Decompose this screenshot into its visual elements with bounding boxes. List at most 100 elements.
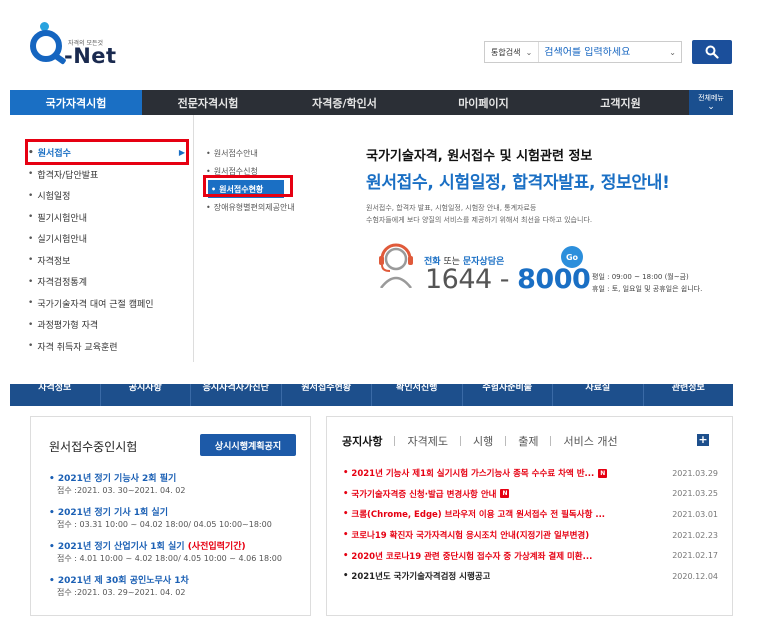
phone-number: 1644 - 8000: [425, 264, 591, 295]
new-badge-icon: N: [500, 489, 510, 499]
exam-item[interactable]: • 2021년 정기 기사 1회 실기 접수 : 03.31 10:00 ~ 0…: [49, 505, 309, 530]
submenu-item-schedule[interactable]: • 시험일정: [10, 185, 193, 207]
quick-menu-bar: 자격정보 공지사항 응시자격자가진단 원서접수현황 확인서진행 수험자준비물 자…: [10, 384, 733, 406]
submenu-label: 실기시험안내: [37, 235, 87, 246]
search-category-select[interactable]: 통합검색 ⌄: [485, 42, 540, 62]
schedule-notice-button[interactable]: 상시시행계획공지: [200, 434, 296, 456]
exam-list: • 2021년 정기 기능사 2회 필기 접수 :2021. 03. 30~20…: [49, 471, 309, 607]
exam-date: 접수 : 4.01 10:00 ~ 4.02 18:00/ 4.05 10:00…: [57, 554, 282, 563]
info-headline: 원서접수, 시험일정, 합격자발표, 정보안내!: [366, 173, 670, 193]
info-title: 국가기술자격, 원서접수 및 시험관련 정보: [366, 149, 593, 164]
quick-item[interactable]: 자료실: [553, 384, 644, 406]
info-desc-line: 원서접수, 합격자 발표, 시험일정, 시험장 안내, 통계자료등: [366, 204, 537, 212]
phone-part-b: 8000: [517, 264, 591, 295]
submenu-item-statistics[interactable]: • 자격검정통계: [10, 271, 193, 293]
call-hours: 평일 : 09:00 ~ 18:00 (월~금) 휴일 : 토, 일요일 및 공…: [592, 271, 702, 295]
exam-item[interactable]: • 2021년 제 30회 공인노무사 1차 접수 :2021. 03. 29~…: [49, 573, 309, 598]
notice-row[interactable]: • 2020년 코로나19 관련 중단시험 접수자 중 가상계좌 결제 미환..…: [343, 545, 718, 566]
exam-name-text: 2021년 제 30회 공인노무사 1차: [57, 576, 189, 586]
exam-name-text: 2021년 정기 기능사 2회 필기: [57, 474, 177, 484]
nav-mypage[interactable]: 마이페이지: [415, 90, 552, 115]
phone-separator: -: [491, 264, 518, 295]
exam-date: 접수 :2021. 03. 29~2021. 04. 02: [57, 588, 186, 597]
search-button[interactable]: [692, 40, 732, 64]
tab-service[interactable]: 서비스 개선: [563, 433, 617, 449]
notice-row[interactable]: • 2021년 기능사 제1회 실기시험 가스기능사 종목 수수료 차액 반..…: [343, 463, 718, 484]
exam-item[interactable]: • 2021년 정기 기능사 2회 필기 접수 :2021. 03. 30~20…: [49, 471, 309, 496]
quick-item[interactable]: 수험자준비물: [463, 384, 553, 406]
search-category-label: 통합검색: [491, 47, 521, 57]
headset-icon: [379, 243, 413, 288]
notice-title: • 2021년도 국가기술자격검정 시행공고: [343, 571, 491, 583]
exam-date: 접수 :2021. 03. 30~2021. 04. 02: [57, 486, 186, 495]
quick-item[interactable]: 원서접수현황: [282, 384, 372, 406]
exam-item[interactable]: • 2021년 정기 산업기사 1회 실기 (사전입력기간) 접수 : 4.01…: [49, 539, 309, 564]
submenu2-label: 장애유형별편의제공안내: [213, 202, 295, 212]
chevron-down-icon: ⌄: [707, 101, 715, 112]
notice-row[interactable]: • 2021년도 국가기술자격검정 시행공고 2020.12.04: [343, 566, 718, 587]
notice-title: • 코로나19 확진자 국가자격시험 응시조치 안내(지정기관 일부변경): [343, 530, 590, 542]
submenu-item-training[interactable]: • 자격 취득자 교육훈련: [10, 336, 193, 358]
info-description: 원서접수, 합격자 발표, 시험일정, 시험장 안내, 통계자료등 수험자들에게…: [366, 202, 736, 226]
bullet-icon: •: [28, 341, 34, 352]
info-banner: 국가기술자격, 원서접수 및 시험관련 정보 원서접수, 시험일정, 합격자발표…: [366, 145, 736, 226]
tab-system[interactable]: 자격제도: [407, 433, 447, 449]
quick-item[interactable]: 관련정보: [644, 384, 734, 406]
nav-certificate[interactable]: 자격증/학인서: [274, 90, 415, 115]
submenu-item-results[interactable]: • 합격자/답안발표: [10, 164, 193, 186]
notice-row[interactable]: • 크롬(Chrome, Edge) 브라우저 이용 고객 원서접수 전 필독사…: [343, 504, 718, 525]
submenu-label: 필기시험안내: [37, 213, 87, 224]
more-plus-icon[interactable]: +: [697, 434, 709, 446]
tab-execution[interactable]: 시행: [473, 433, 493, 449]
exam-note: (사전입력기간): [187, 542, 246, 552]
search-input[interactable]: [539, 46, 670, 58]
notice-title-text: 2020년 코로나19 관련 중단시험 접수자 중 가상계좌 결제 미환...: [351, 551, 593, 562]
chevron-down-icon: ⌄: [525, 47, 533, 57]
exam-name: • 2021년 정기 기능사 2회 필기: [49, 474, 177, 484]
notice-date: 2021.03.25: [672, 489, 718, 499]
tab-divider: [505, 436, 507, 446]
tab-question[interactable]: 출제: [518, 433, 538, 449]
submenu-label: 시험일정: [37, 192, 71, 203]
notice-title: • 크롬(Chrome, Edge) 브라우저 이용 고객 원서접수 전 필독사…: [343, 509, 606, 521]
submenu-item-written-exam[interactable]: • 필기시험안내: [10, 207, 193, 229]
bullet-icon: •: [28, 212, 34, 223]
notice-row[interactable]: • 국가기술자격증 신청·발급 변경사항 안내 N 2021.03.25: [343, 484, 718, 505]
submenu2-item-guide[interactable]: • 원서접수안내: [203, 144, 333, 162]
mega-menu: • 원서접수 ▶ • 합격자/답안발표 • 시험일정 • 필기시험안내 • 실기시험안내 •…: [10, 115, 733, 362]
notice-tabs: 공지사항 자격제도 시행 출제 서비스 개선: [342, 433, 618, 449]
quick-item[interactable]: 확인서진행: [372, 384, 463, 406]
bullet-icon: •: [206, 148, 211, 158]
qnet-logo[interactable]: 자격의 모든것 -Net: [28, 22, 118, 78]
tab-notice[interactable]: 공지사항: [342, 433, 382, 449]
notice-date: 2021.02.17: [672, 551, 718, 561]
tab-divider: [459, 436, 461, 446]
submenu-item-qualification-info[interactable]: • 자격정보: [10, 250, 193, 272]
bullet-icon: •: [28, 276, 34, 287]
submenu-item-practical-exam[interactable]: • 실기시험안내: [10, 228, 193, 250]
notice-row[interactable]: • 코로나19 확진자 국가자격시험 응시조치 안내(지정기관 일부변경) 20…: [343, 525, 718, 546]
nav-national-exam[interactable]: 국가자격시험: [10, 90, 142, 115]
exam-application-panel: 원서접수중인시험 상시시행계획공지 • 2021년 정기 기능사 2회 필기 접…: [30, 416, 311, 616]
exam-name: • 2021년 정기 산업기사 1회 실기 (사전입력기간): [49, 542, 246, 552]
nav-support[interactable]: 고객지원: [552, 90, 689, 115]
quick-item[interactable]: 공지사항: [101, 384, 191, 406]
logo-name: -Net: [64, 44, 117, 68]
bullet-icon: •: [28, 233, 34, 244]
submenu-label: 국가기술자격 대여 근절 캠페인: [37, 299, 154, 310]
submenu-item-campaign[interactable]: • 국가기술자격 대여 근절 캠페인: [10, 293, 193, 315]
chevron-down-icon[interactable]: ⌄: [669, 48, 681, 57]
submenu2-label: 원서접수안내: [213, 148, 258, 158]
exam-name-text: 2021년 정기 기사 1회 실기: [57, 508, 168, 518]
nav-professional-exam[interactable]: 전문자격시험: [142, 90, 274, 115]
all-menu-button[interactable]: 전체메뉴 ⌄: [689, 90, 733, 115]
submenu2-item-accessibility[interactable]: • 장애유형별편의제공안내: [203, 198, 333, 216]
notice-date: 2021.02.23: [672, 530, 718, 540]
bullet-icon: •: [28, 298, 34, 309]
bullet-icon: •: [206, 202, 211, 212]
quick-item[interactable]: 자격정보: [10, 384, 101, 406]
quick-item[interactable]: 응시자격자가진단: [191, 384, 282, 406]
submenu-label: 자격 취득자 교육훈련: [37, 342, 118, 353]
notice-title: • 2021년 기능사 제1회 실기시험 가스기능사 종목 수수료 차액 반..…: [343, 468, 608, 480]
submenu-item-course-evaluation[interactable]: • 과정평가형 자격: [10, 314, 193, 336]
